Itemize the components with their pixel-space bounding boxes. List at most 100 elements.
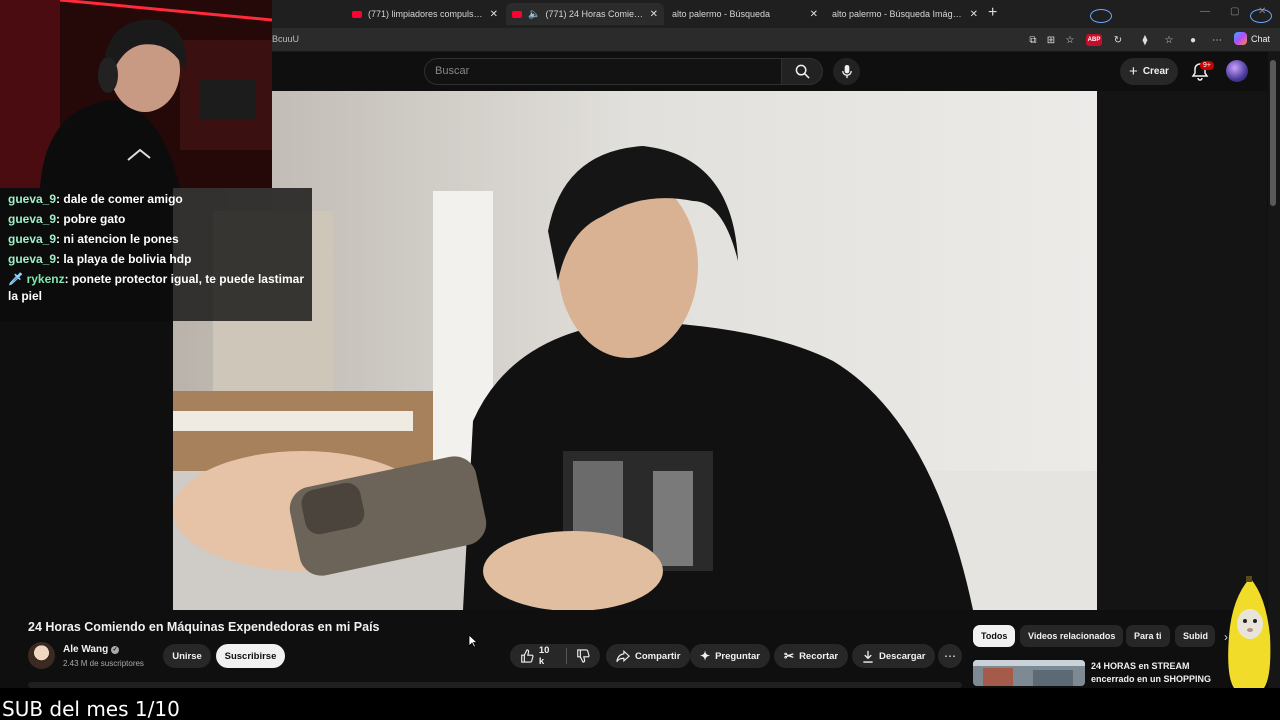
apps-icon[interactable]: ⊞ (1044, 33, 1058, 47)
profile-icon[interactable]: ● (1186, 33, 1200, 47)
thumbs-down-icon[interactable] (576, 649, 590, 663)
right-background (1097, 91, 1267, 610)
chat-username: gueva_9 (8, 232, 57, 246)
subscriber-count: 2.43 M de suscriptores (63, 659, 144, 668)
copilot-icon (1234, 32, 1247, 45)
chat-message: 🗡 rykenz: ponete protector igual, te pue… (8, 272, 304, 303)
like-count: 10 k (538, 645, 550, 667)
left-background (0, 320, 173, 610)
clip-button[interactable]: ✂ Recortar (774, 644, 849, 668)
chat-username: gueva_9 (8, 252, 57, 266)
subscribe-button[interactable]: Suscribirse (216, 644, 285, 668)
favorites-icon[interactable]: ☆ (1162, 33, 1176, 47)
download-label: Descargar (879, 650, 926, 662)
share-button[interactable]: Compartir (606, 644, 691, 668)
streamer-webcam (0, 0, 272, 188)
recommended-video-thumbnail[interactable] (973, 660, 1085, 686)
verified-icon: ✓ (111, 645, 120, 654)
search-input[interactable]: Buscar (424, 58, 782, 85)
speaker-icon[interactable]: 🔈 (528, 9, 540, 20)
chat-label: Chat (1251, 33, 1271, 44)
minimize-icon[interactable]: — (1200, 6, 1210, 17)
chat-text: ni atencion le pones (63, 232, 179, 246)
voice-search-button[interactable] (833, 58, 860, 85)
ask-button[interactable]: ✦ Preguntar (690, 644, 770, 668)
tab-title: alto palermo - Búsqueda Imágenes (832, 9, 964, 19)
divider (566, 648, 568, 664)
youtube-icon (512, 10, 522, 18)
like-button[interactable]: 10 k (520, 645, 557, 667)
more-icon[interactable]: ⋯ (1210, 33, 1224, 47)
search-icon (795, 64, 810, 79)
chip-subidos[interactable]: Subid (1175, 625, 1215, 647)
channel-name[interactable]: Ale Wang ✓ (63, 644, 120, 655)
clip-label: Recortar (799, 650, 839, 662)
scrollbar-thumb[interactable] (1270, 60, 1276, 206)
video-frame-image (173, 91, 1097, 610)
chat-message: gueva_9: dale de comer amigo (8, 192, 183, 206)
search-button[interactable] (781, 58, 823, 85)
close-window-icon[interactable]: ✕ (1258, 6, 1266, 17)
ask-label: Preguntar (715, 650, 760, 662)
maximize-icon[interactable]: ▢ (1230, 6, 1239, 17)
mouse-cursor-icon (468, 634, 478, 648)
chat-text: la playa de bolivia hdp (63, 252, 192, 266)
sparkle-icon: ✦ (700, 649, 711, 663)
copilot-chat-button[interactable]: Chat (1234, 32, 1270, 45)
video-player[interactable] (173, 91, 1097, 610)
extensions-icon[interactable]: ⧫ (1138, 33, 1152, 47)
chat-text: dale de comer amigo (63, 192, 183, 206)
url-text[interactable]: BcuuU (272, 34, 299, 44)
chip-para-ti[interactable]: Para ti (1126, 625, 1170, 647)
channel-name-text: Ale Wang (63, 644, 109, 655)
create-button[interactable]: + Crear (1120, 58, 1178, 85)
like-dislike-group: 10 k (510, 644, 600, 668)
tab-title: alto palermo - Búsqueda (672, 9, 771, 19)
notification-badge: 9+ (1200, 61, 1214, 70)
screen: (771) limpiadores compulsivos - YouTube … (0, 0, 1280, 720)
new-tab-icon[interactable]: + (988, 4, 997, 22)
sword-icon: 🗡 (8, 272, 24, 286)
tab-24-horas[interactable]: 🔈 (771) 24 Horas Comiendo en Máquinas Ex… (506, 3, 664, 25)
thumbnail-image (973, 660, 1085, 686)
scissors-icon: ✂ (784, 649, 795, 663)
recommended-video-title[interactable]: 24 HORAS en STREAM encerrado en un SHOPP… (1091, 660, 1221, 686)
chip-todos[interactable]: Todos (973, 625, 1016, 647)
stream-bottom-bar (0, 688, 1280, 720)
star-icon[interactable]: ☆ (1063, 33, 1077, 47)
account-avatar[interactable] (1226, 60, 1248, 82)
sub-of-month-text: SUB del mes 1/10 (2, 697, 180, 720)
more-actions-button[interactable]: ⋯ (938, 644, 962, 668)
share-icon (616, 649, 630, 662)
chat-username: gueva_9 (8, 212, 57, 226)
video-title: 24 Horas Comiendo en Máquinas Expendedor… (28, 620, 380, 634)
close-icon[interactable]: ✕ (970, 9, 978, 20)
join-button[interactable]: Unirse (163, 644, 211, 668)
refresh-icon[interactable]: ↻ (1111, 33, 1125, 47)
banana-cat-sticker (1228, 576, 1271, 688)
chat-text: pobre gato (63, 212, 126, 226)
close-icon[interactable]: ✕ (650, 9, 658, 20)
download-button[interactable]: Descargar (852, 644, 936, 668)
search-placeholder: Buscar (435, 65, 470, 77)
tab-limpiadores[interactable]: (771) limpiadores compulsivos - YouTube … (346, 3, 504, 25)
ellipsis-icon: ⋯ (944, 649, 956, 663)
create-label: Crear (1142, 66, 1169, 77)
download-icon (863, 650, 873, 663)
channel-avatar[interactable] (28, 642, 55, 669)
tab-alto-palermo[interactable]: alto palermo - Búsqueda ✕ (666, 3, 1112, 25)
tab-alto-palermo-imagenes[interactable]: alto palermo - Búsqueda Imágenes ✕ (826, 3, 1272, 25)
youtube-icon (352, 10, 362, 18)
stream-chat-overlay: gueva_9: dale de comer amigo gueva_9: po… (0, 188, 312, 321)
chat-message: gueva_9: pobre gato (8, 212, 126, 226)
close-icon[interactable]: ✕ (810, 9, 818, 20)
adblock-icon[interactable]: ABP (1086, 34, 1102, 46)
chip-videos-relacionados[interactable]: Videos relacionados (1020, 625, 1124, 647)
microphone-icon (841, 64, 852, 79)
share-label: Compartir (635, 650, 681, 662)
search-icon (1090, 9, 1112, 23)
chat-username: rykenz (26, 272, 65, 286)
close-icon[interactable]: ✕ (490, 9, 498, 20)
plus-icon: + (1129, 63, 1138, 80)
translate-icon[interactable]: ⧉ (1026, 33, 1040, 47)
